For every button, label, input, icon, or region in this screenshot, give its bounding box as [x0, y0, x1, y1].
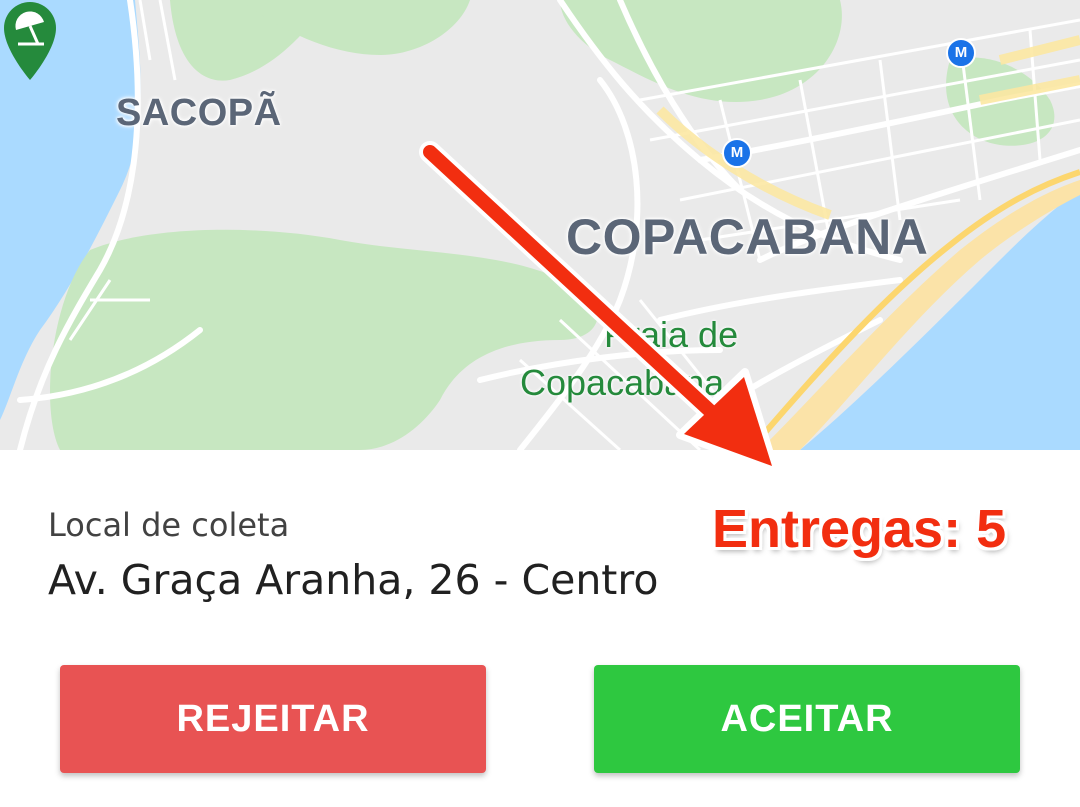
accept-button[interactable]: ACEITAR	[594, 665, 1020, 773]
pickup-location-label: Local de coleta	[48, 506, 290, 544]
deliveries-count-annotation: Entregas: 5	[712, 499, 1007, 559]
map-view[interactable]: SACOPÃ COPACABANA M M Praia de Copacaban…	[0, 0, 1080, 450]
poi-name-line1[interactable]: Praia de	[604, 314, 738, 356]
accept-button-label: ACEITAR	[720, 697, 894, 740]
neighborhood-label-copacabana: COPACABANA	[566, 209, 929, 265]
beach-umbrella-pin-icon[interactable]	[0, 0, 60, 82]
reject-button[interactable]: REJEITAR	[60, 665, 486, 773]
metro-station-icon[interactable]: M	[946, 38, 976, 68]
poi-name-line2[interactable]: Copacabana	[520, 362, 724, 404]
delivery-offer-panel: Local de coleta Av. Graça Aranha, 26 - C…	[0, 450, 1080, 807]
neighborhood-label-sacopa: SACOPÃ	[116, 92, 282, 134]
metro-station-icon[interactable]: M	[722, 138, 752, 168]
pickup-address: Av. Graça Aranha, 26 - Centro	[48, 556, 659, 604]
reject-button-label: REJEITAR	[176, 697, 370, 740]
